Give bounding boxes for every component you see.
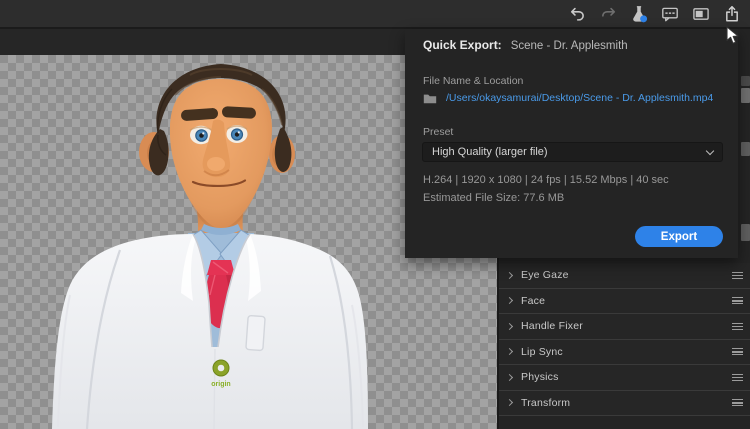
behavior-menu-icon[interactable] (732, 399, 743, 407)
redo-icon[interactable] (599, 5, 617, 23)
behavior-row-transform[interactable]: Transform (499, 390, 750, 416)
behaviors-list: Eye Gaze Face Handle Fixer Lip Sync Phys (499, 263, 750, 416)
preset-selected-value: High Quality (larger file) (432, 146, 548, 158)
panel-layout-icon[interactable] (692, 5, 710, 23)
export-specs-text: H.264 | 1920 x 1080 | 24 fps | 15.52 Mbp… (423, 174, 669, 186)
chevron-right-icon[interactable] (505, 399, 514, 407)
behavior-menu-icon[interactable] (732, 373, 743, 381)
estimated-file-size-text: Estimated File Size: 77.6 MB (423, 192, 565, 204)
feedback-chat-icon[interactable] (661, 5, 679, 23)
top-toolbar (0, 0, 750, 29)
app-window: origin Eye Gaze Face Handle Fixer Lip Sy… (0, 0, 750, 429)
share-export-icon[interactable] (723, 5, 741, 23)
quick-export-popup: Quick Export: Scene - Dr. Applesmith Fil… (405, 29, 738, 258)
chevron-right-icon[interactable] (505, 373, 514, 381)
behavior-menu-icon[interactable] (732, 322, 743, 330)
behavior-label: Physics (521, 371, 559, 384)
panel-scroll-fragment (741, 76, 750, 86)
panel-scroll-fragment[interactable] (741, 142, 750, 156)
coat-badge-text: origin (211, 381, 230, 388)
behavior-row-eye-gaze[interactable]: Eye Gaze (499, 263, 750, 289)
mouse-cursor (726, 26, 740, 50)
quick-export-scene-name: Scene - Dr. Applesmith (510, 40, 628, 52)
behavior-menu-icon[interactable] (732, 348, 743, 356)
file-name-location-label: File Name & Location (423, 75, 524, 87)
behavior-row-face[interactable]: Face (499, 288, 750, 314)
behavior-label: Lip Sync (521, 345, 563, 358)
behavior-label: Handle Fixer (521, 320, 583, 333)
preset-dropdown[interactable]: High Quality (larger file) (422, 142, 723, 162)
panel-scroll-fragment[interactable] (741, 88, 750, 103)
chevron-right-icon[interactable] (505, 271, 514, 279)
chevron-right-icon[interactable] (505, 348, 514, 356)
export-file-path-link[interactable]: /Users/okaysamurai/Desktop/Scene - Dr. A… (446, 92, 713, 104)
behavior-label: Face (521, 294, 546, 307)
folder-icon (423, 94, 437, 103)
behavior-row-physics[interactable]: Physics (499, 365, 750, 391)
undo-icon[interactable] (568, 5, 586, 23)
quick-export-title: Quick Export: (423, 38, 502, 52)
behavior-menu-icon[interactable] (732, 271, 743, 279)
behavior-row-lip-sync[interactable]: Lip Sync (499, 339, 750, 365)
chevron-right-icon[interactable] (505, 322, 514, 330)
export-button[interactable]: Export (635, 226, 723, 247)
behavior-label: Eye Gaze (521, 269, 569, 282)
chevron-down-icon (705, 146, 715, 155)
behavior-row-handle-fixer[interactable]: Handle Fixer (499, 314, 750, 340)
preset-label: Preset (423, 126, 454, 138)
flask-icon[interactable] (630, 5, 648, 23)
character-right-brow (221, 106, 256, 119)
panel-scroll-fragment[interactable] (741, 224, 750, 241)
chevron-right-icon[interactable] (505, 297, 514, 305)
behavior-label: Transform (521, 396, 571, 409)
behavior-menu-icon[interactable] (732, 297, 743, 305)
